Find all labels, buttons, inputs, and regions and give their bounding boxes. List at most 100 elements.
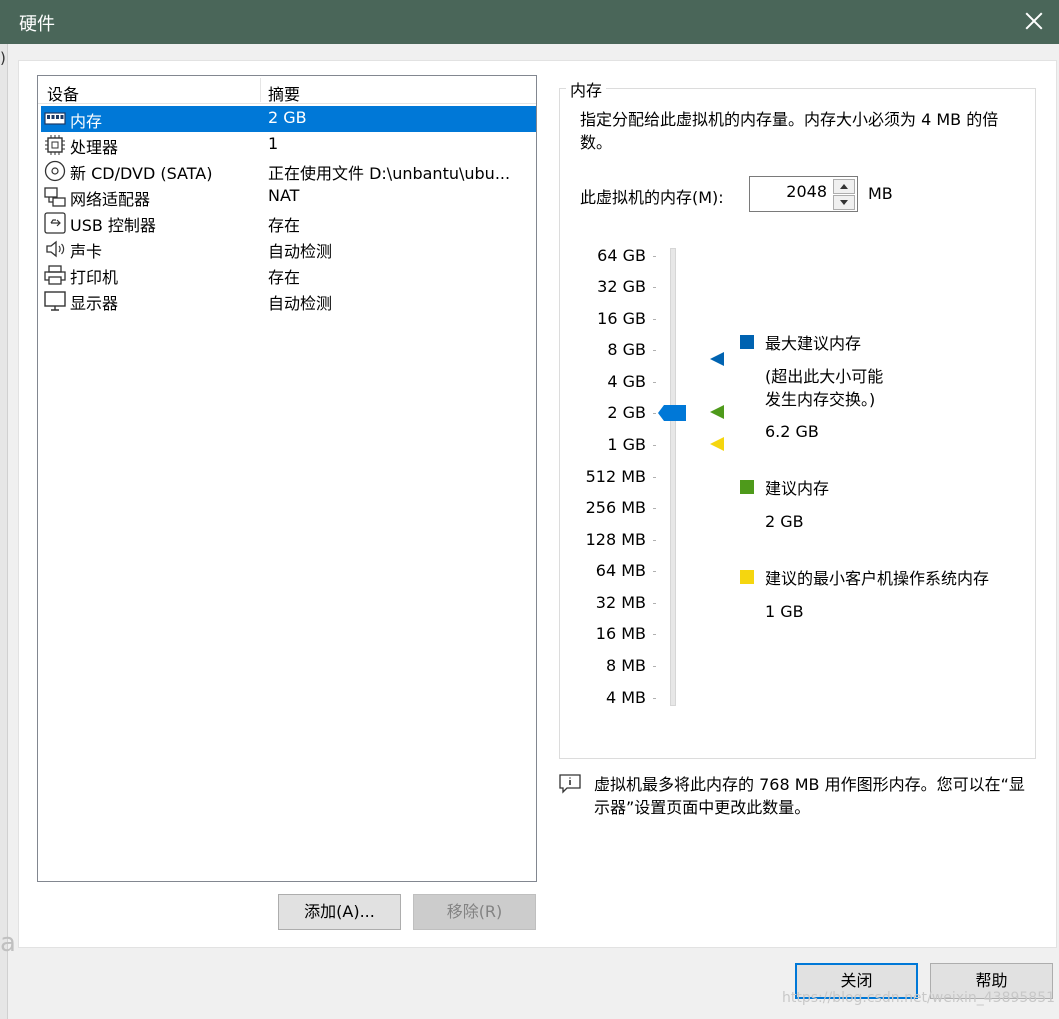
recommended-legend-title: 建议内存 [765,479,830,498]
scale-tick [653,445,656,446]
scale-tick [653,666,656,667]
scale-tick [653,350,656,351]
max-legend-swatch [740,335,754,349]
scale-label: 32 GB [597,277,646,296]
device-name: USB 控制器 [70,216,156,235]
memory-spinner[interactable]: 2048 [749,176,858,212]
processor-icon [45,135,65,155]
scale-label: 64 MB [595,561,646,580]
scale-tick [653,698,656,699]
scale-tick [653,634,656,635]
scale-label: 1 GB [607,435,646,454]
memory-unit: MB [868,184,893,203]
device-row-sound[interactable]: 声卡 自动检测 [41,236,536,262]
scale-label: 16 GB [597,309,646,328]
device-summary: NAT [268,186,300,205]
recommended-marker-icon [710,405,724,419]
device-name: 内存 [70,112,103,131]
remove-button[interactable]: 移除(R) [413,894,536,930]
device-row-display[interactable]: 显示器 自动检测 [41,288,536,314]
memory-value[interactable]: 2048 [786,182,827,201]
max-legend-title: 最大建议内存 [765,334,862,353]
memory-group-title: 内存 [566,77,607,101]
device-summary: 存在 [268,216,301,235]
memory-slider-track[interactable] [670,248,676,706]
device-name: 网络适配器 [70,190,151,209]
title-bar: 硬件 [0,0,1059,44]
device-row-usb[interactable]: USB 控制器 存在 [41,210,536,236]
device-name: 新 CD/DVD (SATA) [70,164,213,183]
scale-label: 4 MB [605,688,646,707]
cd-dvd-icon [44,160,66,182]
column-header-device[interactable]: 设备 [47,81,79,105]
window-title: 硬件 [19,14,55,35]
scale-label: 8 GB [607,340,646,359]
scale-label: 32 MB [595,593,646,612]
memory-slider-thumb[interactable] [658,405,686,421]
scale-label: 256 MB [585,498,646,517]
background-text-fragment-a: a [0,928,16,958]
device-list-header: 设备 摘要 [38,76,536,104]
recommended-legend-value: 2 GB [765,512,804,531]
info-icon [559,774,581,794]
device-row-processor[interactable]: 处理器 1 [41,132,536,158]
scale-tick [653,508,656,509]
min-legend-title: 建议的最小客户机操作系统内存 [765,569,990,588]
spin-down-icon[interactable] [833,195,855,210]
device-name: 显示器 [70,294,119,313]
memory-description: 指定分配给此虚拟机的内存量。内存大小必须为 4 MB 的倍数。 [580,110,999,152]
scale-tick [653,571,656,572]
device-summary: 1 [268,134,279,153]
max-recommended-marker-icon [710,352,724,366]
scale-tick [653,287,656,288]
scale-tick [653,540,656,541]
memory-icon [44,112,66,125]
printer-icon [44,265,66,285]
scale-label: 128 MB [585,530,646,549]
scale-label: 8 MB [605,656,646,675]
device-summary: 存在 [268,268,301,287]
spin-up-icon[interactable] [833,179,855,194]
scale-label: 64 GB [597,246,646,265]
memory-field-label: 此虚拟机的内存(M): [580,188,724,207]
usb-icon [44,212,66,234]
device-name: 处理器 [70,138,119,157]
device-summary: 自动检测 [268,294,333,313]
max-legend-note-line1: (超出此大小可能 [765,367,884,386]
add-button[interactable]: 添加(A)... [278,894,401,930]
scale-tick [653,413,656,414]
scale-tick [653,382,656,383]
background-text-fragment: ) [0,49,6,67]
device-name: 打印机 [70,268,119,287]
device-summary: 自动检测 [268,242,333,261]
graphics-memory-info: 虚拟机最多将此内存的 768 MB 用作图形内存。您可以在“显示器”设置页面中更… [594,775,1025,817]
device-summary: 2 GB [268,108,307,127]
column-header-summary[interactable]: 摘要 [268,81,300,105]
min-legend-swatch [740,570,754,584]
scale-label: 16 MB [595,624,646,643]
watermark: https://blog.csdn.net/weixin_43895851 [782,990,1056,1006]
min-legend-value: 1 GB [765,602,804,621]
scale-label: 2 GB [607,403,646,422]
device-row-cd-dvd[interactable]: 新 CD/DVD (SATA) 正在使用文件 D:\unbantu\ubu... [41,158,536,184]
background-window-edge [0,44,8,1019]
max-legend-value: 6.2 GB [765,422,819,441]
device-name: 声卡 [70,242,103,261]
scale-label: 4 GB [607,372,646,391]
close-icon[interactable] [1021,8,1047,34]
scale-label: 512 MB [585,467,646,486]
speaker-icon [46,240,65,258]
scale-tick [653,256,656,257]
device-row-printer[interactable]: 打印机 存在 [41,262,536,288]
column-separator[interactable] [260,78,261,102]
network-adapter-icon [44,187,66,207]
recommended-legend-swatch [740,480,754,494]
device-row-memory[interactable]: 内存 2 GB [41,106,536,132]
monitor-icon [44,291,66,311]
max-legend-note-line2: 发生内存交换。) [765,390,876,409]
device-list[interactable]: 设备 摘要 内存 2 GB 处理器 1 新 CD/DVD (SATA) 正在使用… [37,75,537,882]
scale-tick [653,603,656,604]
device-row-network[interactable]: 网络适配器 NAT [41,184,536,210]
scale-tick [653,319,656,320]
min-recommended-marker-icon [710,437,724,451]
